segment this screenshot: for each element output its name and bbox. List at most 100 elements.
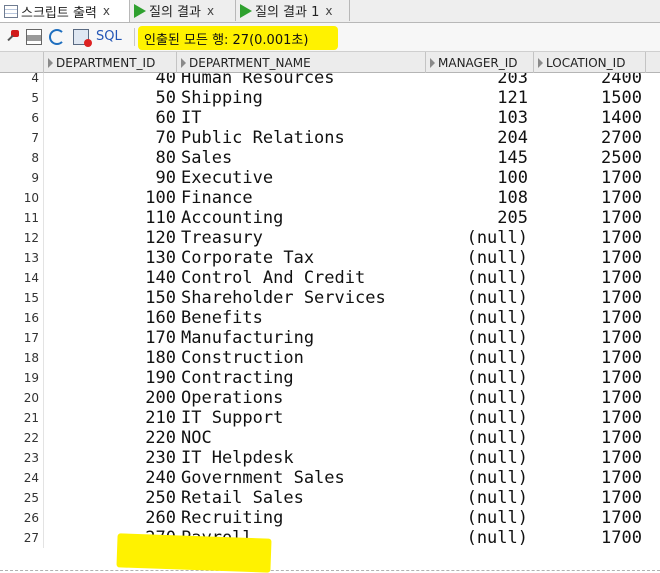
department-id-cell[interactable]: 210 — [44, 408, 177, 428]
department-name-cell[interactable]: NOC — [179, 428, 426, 448]
manager-id-cell[interactable]: (null) — [426, 368, 532, 388]
department-name-cell[interactable]: Corporate Tax — [179, 248, 426, 268]
department-id-cell[interactable]: 140 — [44, 268, 177, 288]
location-id-cell[interactable]: 1700 — [534, 388, 646, 408]
location-id-cell[interactable]: 2400 — [534, 73, 646, 88]
manager-id-cell[interactable]: (null) — [426, 308, 532, 328]
location-id-cell[interactable]: 1700 — [534, 308, 646, 328]
department-name-cell[interactable]: IT — [179, 108, 426, 128]
department-id-cell[interactable]: 50 — [44, 88, 177, 108]
table-row[interactable]: 22 220 NOC (null) 1700 — [0, 428, 660, 448]
table-row[interactable]: 18 180 Construction (null) 1700 — [0, 348, 660, 368]
table-row[interactable]: 14 140 Control And Credit (null) 1700 — [0, 268, 660, 288]
tab-close-icon[interactable]: x — [103, 4, 110, 18]
department-name-cell[interactable]: Public Relations — [179, 128, 426, 148]
department-id-cell[interactable]: 60 — [44, 108, 177, 128]
location-id-cell[interactable]: 1700 — [534, 488, 646, 508]
manager-id-cell[interactable]: (null) — [426, 488, 532, 508]
manager-id-cell[interactable]: 145 — [426, 148, 532, 168]
manager-id-cell[interactable]: (null) — [426, 408, 532, 428]
table-row[interactable]: 9 90 Executive 100 1700 — [0, 168, 660, 188]
table-row[interactable]: 27270Payroll(null)1700 — [0, 528, 660, 548]
manager-id-cell[interactable]: 100 — [426, 168, 532, 188]
column-header-department-name[interactable]: DEPARTMENT_NAME — [177, 52, 426, 73]
row-number-cell[interactable]: 4 — [0, 73, 44, 88]
location-id-cell[interactable]: 1700 — [534, 328, 646, 348]
department-name-cell[interactable]: IT Support — [179, 408, 426, 428]
location-id-cell[interactable]: 1400 — [534, 108, 646, 128]
manager-id-cell[interactable]: (null) — [426, 268, 532, 288]
tab-query-result[interactable]: 질의 결과 x — [130, 0, 236, 21]
manager-id-cell[interactable]: 205 — [426, 208, 532, 228]
table-row[interactable]: 7 70 Public Relations 204 2700 — [0, 128, 660, 148]
department-id-cell[interactable]: 40 — [44, 73, 177, 88]
department-name-cell[interactable]: Accounting — [179, 208, 426, 228]
department-name-cell[interactable]: Manufacturing — [179, 328, 426, 348]
department-id-cell[interactable]: 90 — [44, 168, 177, 188]
manager-id-cell[interactable]: (null) — [426, 228, 532, 248]
tab-script-output[interactable]: 스크립트 출력 x — [0, 0, 130, 22]
row-number-cell[interactable]: 12 — [0, 228, 44, 248]
manager-id-cell[interactable]: 204 — [426, 128, 532, 148]
department-id-cell[interactable]: 250 — [44, 488, 177, 508]
row-number-cell[interactable]: 17 — [0, 328, 44, 348]
row-number-cell[interactable]: 5 — [0, 88, 44, 108]
manager-id-cell[interactable]: 108 — [426, 188, 532, 208]
column-header-manager-id[interactable]: MANAGER_ID — [426, 52, 534, 73]
table-row[interactable]: 19 190 Contracting (null) 1700 — [0, 368, 660, 388]
refresh-icon[interactable] — [49, 29, 65, 45]
table-row[interactable]: 6 60 IT 103 1400 — [0, 108, 660, 128]
table-row[interactable]: 4 40 Human Resources 203 2400 — [0, 73, 660, 88]
department-name-cell[interactable]: Sales — [179, 148, 426, 168]
department-name-cell[interactable]: Retail Sales — [179, 488, 426, 508]
department-name-cell[interactable]: Construction — [179, 348, 426, 368]
department-name-cell[interactable]: Contracting — [179, 368, 426, 388]
department-name-cell[interactable]: IT Helpdesk — [179, 448, 426, 468]
manager-id-cell[interactable]: (null) — [426, 248, 532, 268]
row-number-cell[interactable]: 14 — [0, 268, 44, 288]
table-row[interactable]: 12 120 Treasury (null) 1700 — [0, 228, 660, 248]
row-number-cell[interactable]: 23 — [0, 448, 44, 468]
row-number-cell[interactable]: 6 — [0, 108, 44, 128]
export-icon[interactable] — [73, 29, 92, 47]
department-id-cell[interactable]: 100 — [44, 188, 177, 208]
department-name-cell[interactable]: Operations — [179, 388, 426, 408]
manager-id-cell[interactable]: (null) — [426, 448, 532, 468]
location-id-cell[interactable]: 1700 — [534, 448, 646, 468]
table-row[interactable]: 26 260 Recruiting (null) 1700 — [0, 508, 660, 528]
department-name-cell[interactable]: Recruiting — [179, 508, 426, 528]
manager-id-cell[interactable]: (null) — [426, 288, 532, 308]
manager-id-cell[interactable]: (null) — [426, 428, 532, 448]
table-row[interactable]: 10 100 Finance 108 1700 — [0, 188, 660, 208]
location-id-cell[interactable]: 2700 — [534, 128, 646, 148]
location-id-cell[interactable]: 1700 — [534, 228, 646, 248]
department-id-cell[interactable]: 150 — [44, 288, 177, 308]
department-id-cell[interactable]: 110 — [44, 208, 177, 228]
location-id-cell[interactable]: 1700 — [534, 288, 646, 308]
row-number-cell[interactable]: 27 — [0, 528, 44, 548]
manager-id-cell[interactable]: (null) — [426, 468, 532, 488]
row-number-cell[interactable]: 16 — [0, 308, 44, 328]
location-id-cell[interactable]: 1500 — [534, 88, 646, 108]
row-number-cell[interactable]: 19 — [0, 368, 44, 388]
row-number-cell[interactable]: 8 — [0, 148, 44, 168]
department-id-cell[interactable]: 80 — [44, 148, 177, 168]
manager-id-cell[interactable]: (null) — [426, 508, 532, 528]
table-row[interactable]: 21 210 IT Support (null) 1700 — [0, 408, 660, 428]
location-id-cell[interactable]: 1700 — [534, 368, 646, 388]
manager-id-cell[interactable]: 103 — [426, 108, 532, 128]
manager-id-cell[interactable]: (null) — [426, 388, 532, 408]
row-number-cell[interactable]: 22 — [0, 428, 44, 448]
manager-id-cell[interactable]: 203 — [426, 73, 532, 88]
location-id-cell[interactable]: 1700 — [534, 268, 646, 288]
department-name-cell[interactable]: Executive — [179, 168, 426, 188]
location-id-cell[interactable]: 2500 — [534, 148, 646, 168]
department-id-cell[interactable]: 70 — [44, 128, 177, 148]
row-number-cell[interactable]: 9 — [0, 168, 44, 188]
row-number-cell[interactable]: 24 — [0, 468, 44, 488]
location-id-cell[interactable]: 1700 — [534, 408, 646, 428]
department-id-cell[interactable]: 130 — [44, 248, 177, 268]
column-header-department-id[interactable]: DEPARTMENT_ID — [44, 52, 177, 73]
table-row[interactable]: 24 240 Government Sales (null) 1700 — [0, 468, 660, 488]
tab-close-icon[interactable]: x — [325, 4, 332, 18]
